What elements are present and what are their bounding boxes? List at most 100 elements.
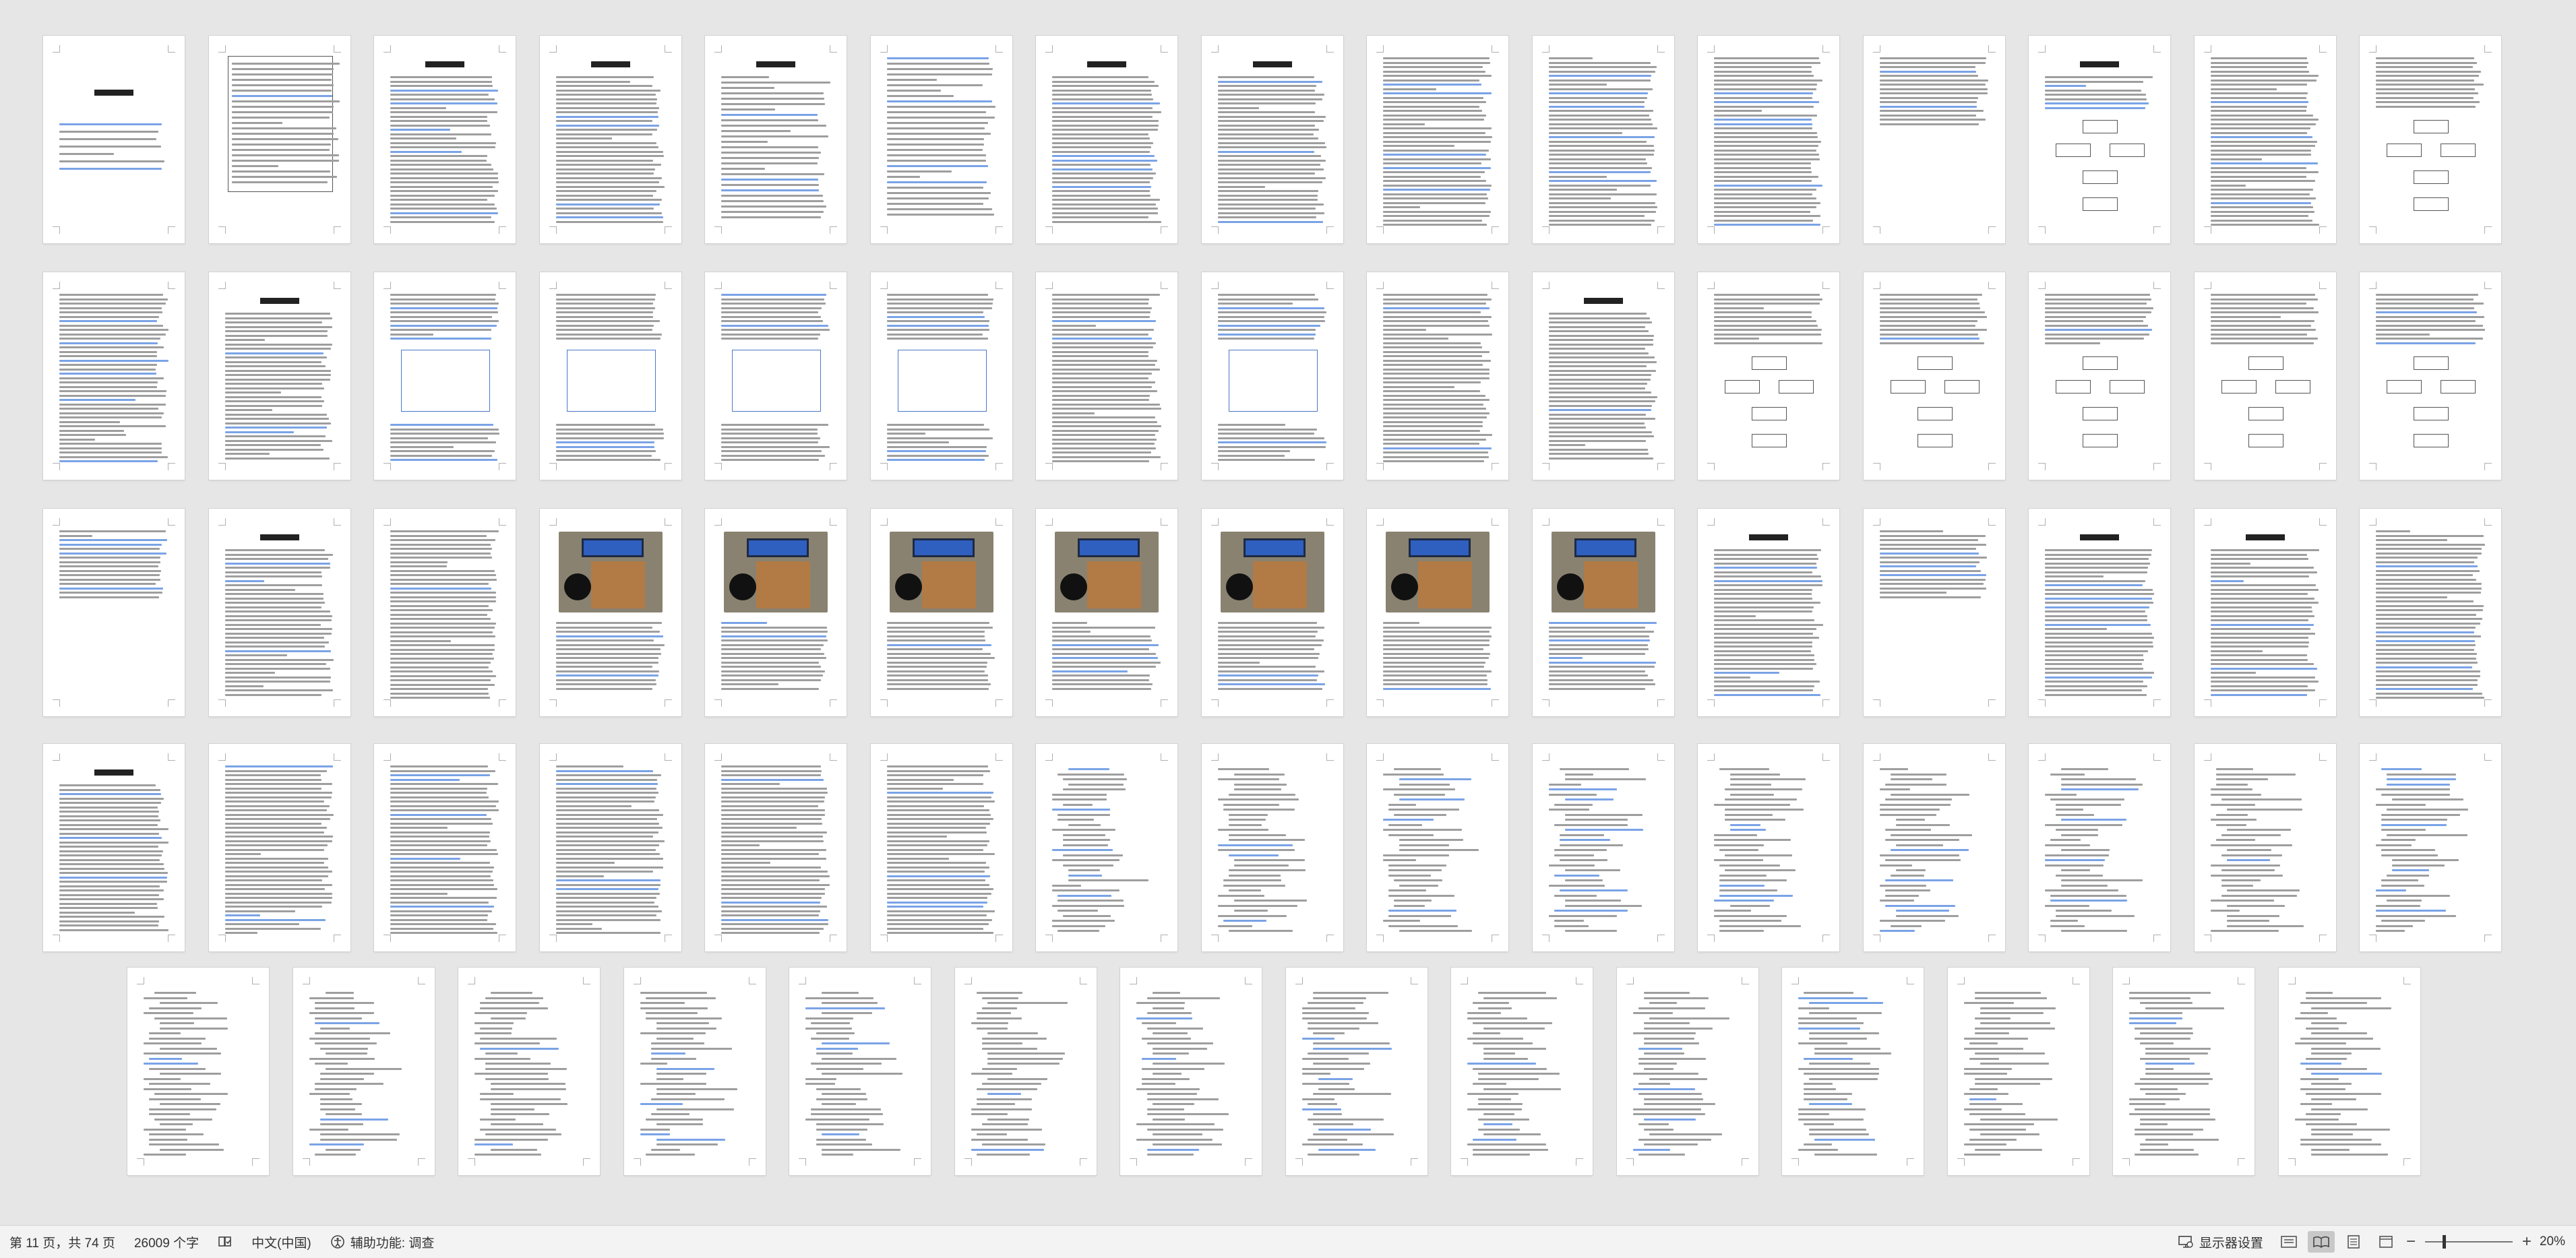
keypad-board: [756, 561, 810, 608]
document-page[interactable]: [870, 272, 1012, 480]
page-indicator[interactable]: 第 11 页，共 74 页: [0, 1226, 125, 1258]
document-page[interactable]: [43, 36, 185, 243]
document-page[interactable]: [539, 509, 681, 716]
document-page[interactable]: [374, 272, 516, 480]
document-page[interactable]: [954, 968, 1097, 1175]
document-page[interactable]: [870, 509, 1012, 716]
document-page[interactable]: [2029, 272, 2170, 480]
document-page[interactable]: [539, 36, 681, 243]
document-page[interactable]: [2113, 968, 2255, 1175]
document-page[interactable]: [1698, 36, 1839, 243]
zoom-slider[interactable]: [2424, 1235, 2513, 1249]
document-page[interactable]: [1036, 272, 1177, 480]
document-page[interactable]: [1036, 36, 1177, 243]
document-page[interactable]: [1201, 272, 1343, 480]
web-layout-button[interactable]: [2372, 1231, 2399, 1253]
text-line: [2210, 329, 2316, 331]
document-page[interactable]: [1367, 272, 1508, 480]
print-layout-button[interactable]: [2340, 1231, 2367, 1253]
document-page[interactable]: [870, 36, 1012, 243]
document-page[interactable]: [2360, 272, 2501, 480]
document-page[interactable]: [1947, 968, 2089, 1175]
document-page[interactable]: [2029, 509, 2170, 716]
document-page[interactable]: [539, 744, 681, 951]
document-page[interactable]: [1120, 968, 1262, 1175]
document-page[interactable]: [458, 968, 600, 1175]
document-page[interactable]: [1201, 744, 1343, 951]
document-page[interactable]: [705, 272, 847, 480]
document-page[interactable]: [2278, 968, 2420, 1175]
document-page[interactable]: [705, 36, 847, 243]
document-page[interactable]: [2194, 272, 2336, 480]
document-page[interactable]: [1367, 36, 1508, 243]
document-page[interactable]: [1863, 272, 2005, 480]
document-page[interactable]: [1036, 509, 1177, 716]
document-page[interactable]: [1863, 744, 2005, 951]
document-page[interactable]: [1698, 509, 1839, 716]
document-page[interactable]: [1201, 509, 1343, 716]
document-page[interactable]: [1285, 968, 1428, 1175]
document-page[interactable]: [705, 509, 847, 716]
zoom-in-button[interactable]: +: [2518, 1232, 2536, 1251]
document-page[interactable]: [1201, 36, 1343, 243]
document-page[interactable]: [2029, 744, 2170, 951]
document-page[interactable]: [293, 968, 435, 1175]
document-page[interactable]: [2194, 36, 2336, 243]
text-line: [1153, 1118, 1186, 1121]
text-line: [555, 631, 661, 633]
document-page[interactable]: [1863, 509, 2005, 716]
document-page[interactable]: [208, 509, 350, 716]
document-page[interactable]: [43, 744, 185, 951]
document-page[interactable]: [208, 744, 350, 951]
document-page[interactable]: [43, 509, 185, 716]
document-page[interactable]: [43, 272, 185, 480]
text-line: [390, 927, 493, 930]
text-line: [1217, 670, 1324, 672]
zoom-level[interactable]: 20%: [2536, 1226, 2576, 1258]
read-mode-button[interactable]: [2307, 1231, 2335, 1253]
document-page[interactable]: [2360, 36, 2501, 243]
document-page[interactable]: [374, 36, 516, 243]
document-page[interactable]: [1532, 744, 1674, 951]
document-page[interactable]: [1367, 509, 1508, 716]
zoom-out-button[interactable]: −: [2402, 1232, 2420, 1251]
proofing-button[interactable]: [208, 1226, 242, 1258]
document-page[interactable]: [2194, 509, 2336, 716]
document-page[interactable]: [374, 509, 516, 716]
document-page[interactable]: [2360, 509, 2501, 716]
document-page[interactable]: [374, 744, 516, 951]
document-page[interactable]: [1863, 36, 2005, 243]
document-page[interactable]: [870, 744, 1012, 951]
document-page[interactable]: [1616, 968, 1758, 1175]
text-line: [721, 769, 822, 772]
accessibility-button[interactable]: 辅助功能: 调查: [321, 1226, 444, 1258]
language-button[interactable]: 中文(中国): [242, 1226, 321, 1258]
page-corner-mark: [1492, 518, 1499, 526]
document-page[interactable]: [623, 968, 766, 1175]
document-page[interactable]: [2194, 744, 2336, 951]
display-settings-button[interactable]: 显示器设置: [2168, 1226, 2273, 1258]
document-page[interactable]: [539, 272, 681, 480]
document-page[interactable]: [2360, 744, 2501, 951]
document-page[interactable]: [2029, 36, 2170, 243]
document-page[interactable]: [1782, 968, 1924, 1175]
document-page[interactable]: [1698, 272, 1839, 480]
document-page[interactable]: [1532, 509, 1674, 716]
document-page[interactable]: [1367, 744, 1508, 951]
document-page[interactable]: [1451, 968, 1593, 1175]
focus-mode-button[interactable]: [2275, 1231, 2302, 1253]
document-page[interactable]: [789, 968, 931, 1175]
word-count[interactable]: 26009 个字: [125, 1226, 208, 1258]
document-page[interactable]: [127, 968, 269, 1175]
zoom-slider-thumb[interactable]: [2442, 1235, 2446, 1249]
document-page[interactable]: [1036, 744, 1177, 951]
document-page[interactable]: [1532, 36, 1674, 243]
text-line: [390, 875, 491, 877]
document-page[interactable]: [1698, 744, 1839, 951]
text-line: [805, 1083, 835, 1085]
document-pages-area[interactable]: [0, 0, 2576, 1225]
document-page[interactable]: [208, 272, 350, 480]
document-page[interactable]: [1532, 272, 1674, 480]
document-page[interactable]: [705, 744, 847, 951]
document-page[interactable]: [208, 36, 350, 243]
